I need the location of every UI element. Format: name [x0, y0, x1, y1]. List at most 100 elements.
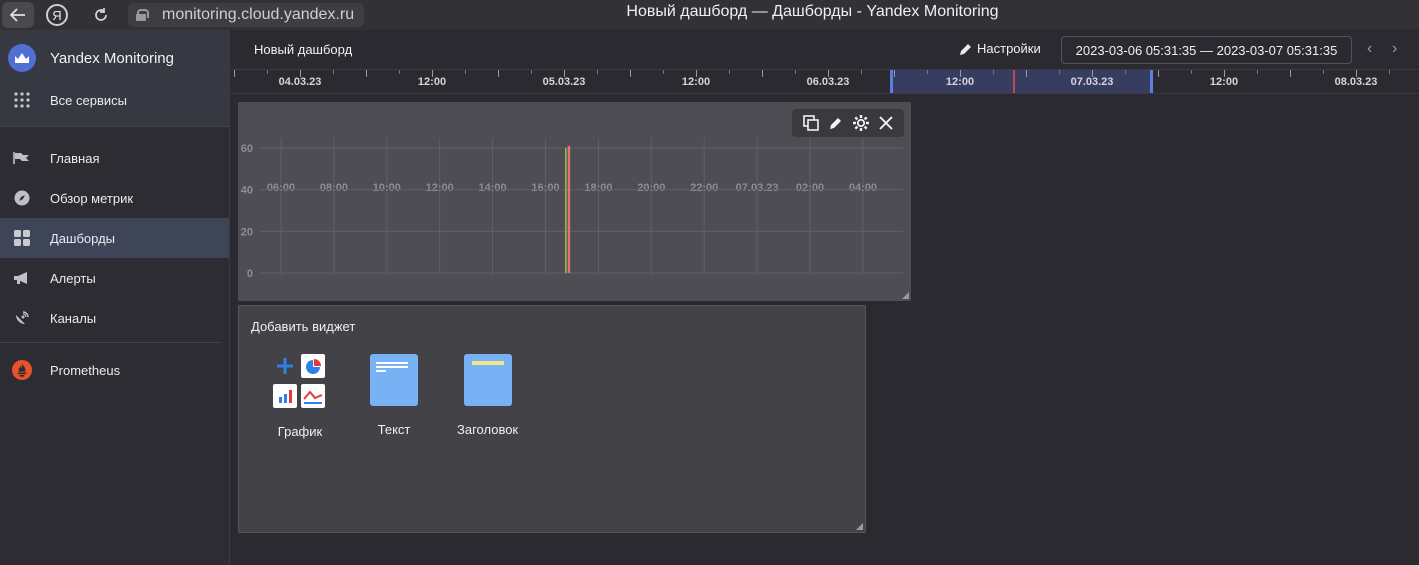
x-tick-label: 07.03.23 — [736, 182, 779, 194]
settings-label: Настройки — [977, 41, 1041, 56]
sidebar-item-label: Обзор метрик — [50, 190, 134, 206]
yandex-logo-button[interactable]: Я — [46, 4, 68, 26]
timeline-tick — [861, 70, 862, 74]
x-tick-label: 10:00 — [373, 182, 401, 194]
sidebar: Yandex Monitoring Все сервисы Главная Об… — [0, 30, 230, 565]
plus-icon — [273, 354, 297, 378]
y-tick-label: 0 — [247, 268, 253, 280]
edit-button[interactable] — [825, 112, 847, 134]
timeline-label: 12:00 — [681, 76, 711, 88]
reload-button[interactable] — [84, 2, 118, 28]
timeline-tick — [1290, 70, 1291, 77]
timeline-tick — [1059, 70, 1060, 74]
timeline-tick — [729, 70, 730, 74]
sidebar-item-label: Алерты — [50, 270, 96, 286]
url-text: monitoring.cloud.yandex.ru — [162, 6, 355, 23]
sidebar-app-row[interactable]: Yandex Monitoring — [0, 30, 229, 86]
sidebar-item-label: Prometheus — [50, 362, 121, 378]
timeline-label: 06.03.23 — [806, 76, 850, 88]
grid-dots-icon — [12, 90, 32, 110]
settings-button[interactable]: Настройки — [959, 41, 1041, 56]
x-tick-label: 16:00 — [531, 182, 559, 194]
sidebar-item-home[interactable]: Главная — [0, 138, 229, 178]
x-tick-label: 02:00 — [796, 182, 824, 194]
timeline-navigator[interactable]: 04.03.23 12:00 05.03.23 12:00 06.03.23 12:00 0… — [230, 69, 1419, 94]
sidebar-item-channels[interactable]: Каналы — [0, 298, 229, 338]
timeline-handle-start[interactable] — [890, 70, 893, 93]
x-tick-label: 12:00 — [426, 182, 454, 194]
x-tick-label: 22:00 — [690, 182, 718, 194]
sidebar-item-alerts[interactable]: Алерты — [0, 258, 229, 298]
satellite-icon — [12, 308, 32, 328]
x-tick-label: 14:00 — [479, 182, 507, 194]
reload-icon — [95, 8, 107, 21]
timeline-tick — [960, 70, 961, 77]
flag-icon — [12, 148, 32, 168]
timeline-tick — [1356, 70, 1357, 77]
timeline-now-marker — [1013, 70, 1015, 93]
timeline-label: 08.03.23 — [1334, 76, 1378, 88]
widget-tile-label: График — [277, 424, 323, 439]
timeline-tick — [531, 70, 532, 74]
resize-handle-icon[interactable] — [902, 292, 909, 299]
timeline-tick — [630, 70, 631, 77]
timeline-tick — [564, 70, 565, 77]
text-widget-icon — [370, 354, 418, 406]
copy-button[interactable] — [800, 112, 822, 134]
x-tick-label: 04:00 — [849, 182, 877, 194]
chevron-right-icon[interactable]: › — [1392, 40, 1397, 58]
close-button[interactable] — [875, 112, 897, 134]
widget-tile-header[interactable]: Заголовок — [457, 354, 518, 437]
timeline-tick — [366, 70, 367, 77]
resize-handle-icon[interactable] — [856, 523, 863, 530]
sidebar-item-prometheus[interactable]: Prometheus — [0, 350, 229, 390]
widget-tile-text[interactable]: Текст — [370, 354, 418, 437]
line-chart-icon — [301, 384, 325, 408]
timeline-tick — [894, 70, 895, 77]
chart-widget[interactable]: 06:00 08:00 10:00 12:00 14:00 16:00 18:00 20:00… — [238, 102, 911, 301]
chevron-left-icon[interactable]: ‹ — [1367, 40, 1372, 58]
gear-icon — [852, 115, 869, 131]
pencil-icon — [829, 118, 841, 129]
timeline-label: 07.03.23 — [1070, 76, 1114, 88]
sidebar-item-metrics[interactable]: Обзор метрик — [0, 178, 229, 218]
timeline-tick — [795, 70, 796, 74]
monitoring-logo-icon — [8, 44, 36, 72]
time-range-picker[interactable]: 2023-03-06 05:31:35 — 2023-03-07 05:31:3… — [1061, 36, 1352, 64]
timeline-label: 12:00 — [417, 76, 447, 88]
timeline-tick — [465, 70, 466, 74]
sidebar-header: Yandex Monitoring Все сервисы — [0, 30, 229, 127]
y-tick-label: 40 — [241, 185, 253, 197]
timeline-label: 04.03.23 — [278, 76, 322, 88]
sidebar-item-dashboards[interactable]: Дашборды — [0, 218, 229, 258]
address-bar[interactable]: monitoring.cloud.yandex.ru — [128, 3, 365, 27]
timeline-tick — [1125, 70, 1126, 74]
settings-gear-button[interactable] — [850, 112, 872, 134]
sidebar-item-label: Дашборды — [50, 230, 115, 246]
close-icon — [878, 116, 893, 130]
app-title: Yandex Monitoring — [50, 49, 174, 67]
timeline-tick — [597, 70, 598, 74]
timeline-tick — [498, 70, 499, 77]
pie-chart-icon — [301, 354, 325, 378]
timeline-tick — [762, 70, 763, 77]
timeline-tick — [828, 70, 829, 77]
compass-icon — [12, 188, 32, 208]
yandex-letter: Я — [52, 7, 62, 23]
timeline-handle-end[interactable] — [1150, 70, 1153, 93]
widget-tile-chart[interactable]: График — [273, 354, 327, 439]
sidebar-item-label: Главная — [50, 150, 100, 166]
timeline-tick — [663, 70, 664, 74]
timeline-tick — [300, 70, 301, 77]
browser-toolbar: Я monitoring.cloud.yandex.ru — [0, 0, 1419, 30]
back-button[interactable] — [2, 2, 34, 28]
widget-tile-label: Заголовок — [457, 422, 519, 437]
widget-toolbar — [792, 109, 904, 137]
timeline-tick — [399, 70, 400, 74]
copy-icon — [802, 115, 819, 131]
timeline-tick — [1026, 70, 1027, 77]
dashboard-title[interactable]: Новый дашборд — [254, 42, 352, 57]
dashboard-header: Новый дашборд Настройки 2023-03-06 05:31… — [230, 30, 1419, 69]
megaphone-icon — [12, 268, 32, 288]
sidebar-item-all-services[interactable]: Все сервисы — [0, 86, 229, 114]
